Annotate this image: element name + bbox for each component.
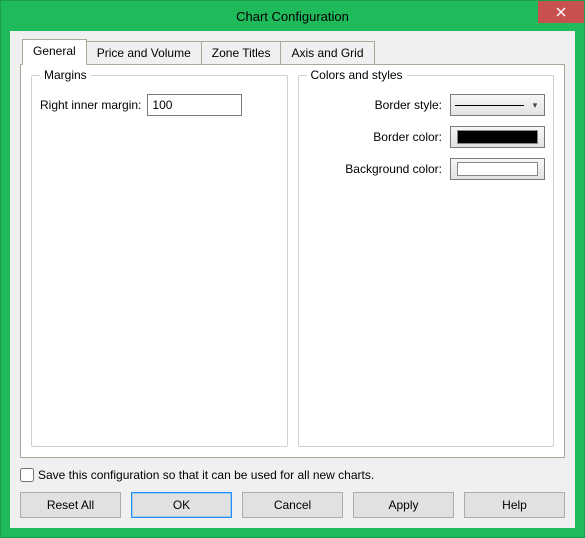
ok-button[interactable]: OK [131,492,232,518]
border-color-picker[interactable] [450,126,545,148]
chevron-down-icon: ▾ [528,100,542,111]
tab-strip: General Price and Volume Zone Titles Axi… [22,41,565,65]
close-button[interactable] [538,1,584,23]
border-style-combo[interactable]: ▾ [450,94,545,116]
background-color-swatch [457,162,538,176]
border-color-label: Border color: [307,130,443,144]
button-row: Reset All OK Cancel Apply Help [20,492,565,518]
close-icon [556,7,566,17]
margins-group: Margins Right inner margin: [31,75,288,447]
save-config-label: Save this configuration so that it can b… [38,468,374,482]
titlebar: Chart Configuration [1,1,584,31]
reset-all-button[interactable]: Reset All [20,492,121,518]
apply-button[interactable]: Apply [353,492,454,518]
tab-axis-grid[interactable]: Axis and Grid [280,41,374,65]
tab-panel-general: Margins Right inner margin: Colors and s… [20,64,565,458]
tab-general[interactable]: General [22,39,87,65]
tab-zone-titles[interactable]: Zone Titles [201,41,282,65]
help-button[interactable]: Help [464,492,565,518]
tab-price-volume[interactable]: Price and Volume [86,41,202,65]
background-color-label: Background color: [307,162,443,176]
chart-config-window: Chart Configuration General Price and Vo… [0,0,585,538]
margins-legend: Margins [40,68,91,82]
right-inner-margin-input[interactable] [147,94,242,116]
cancel-button[interactable]: Cancel [242,492,343,518]
border-color-swatch [457,130,538,144]
footer: Save this configuration so that it can b… [20,458,565,518]
right-inner-margin-label: Right inner margin: [40,98,141,112]
line-solid-icon [455,105,524,106]
client-area: General Price and Volume Zone Titles Axi… [10,31,575,528]
window-title: Chart Configuration [1,9,584,24]
save-config-checkbox[interactable] [20,468,34,482]
colors-styles-group: Colors and styles Border style: ▾ Border… [298,75,555,447]
colors-styles-legend: Colors and styles [307,68,407,82]
background-color-picker[interactable] [450,158,545,180]
border-style-label: Border style: [307,98,443,112]
